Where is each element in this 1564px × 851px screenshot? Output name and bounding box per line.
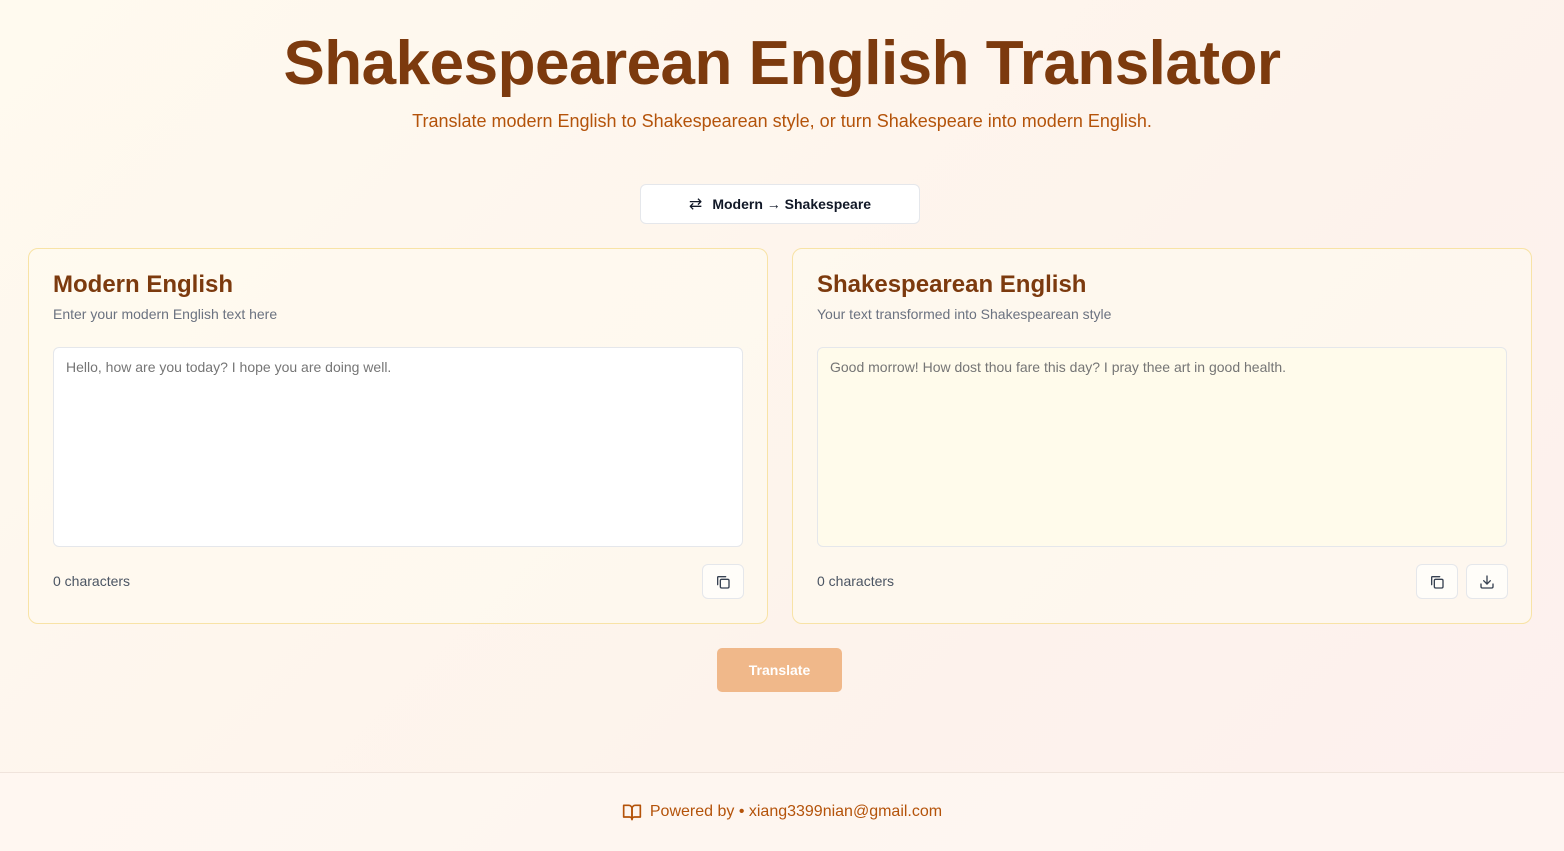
footer: Powered by • xiang3399nian@gmail.com [0, 772, 1564, 851]
shakespearean-english-title: Shakespearean English [817, 271, 1087, 298]
copy-icon [1431, 575, 1444, 589]
download-output-button[interactable] [1466, 564, 1508, 599]
page-subtitle: Translate modern English to Shakespearea… [412, 111, 1152, 131]
modern-english-card: Modern English Enter your modern English… [28, 248, 768, 624]
shakespearean-english-card: Shakespearean English Your text transfor… [792, 248, 1532, 624]
copy-output-button[interactable] [1416, 564, 1458, 599]
shakespearean-english-output[interactable] [817, 347, 1507, 547]
modern-english-title: Modern English [53, 271, 233, 298]
input-char-count: 0 characters [53, 573, 131, 589]
page-title: Shakespearean English Translator [283, 29, 1281, 98]
modern-english-input[interactable] [53, 347, 743, 547]
shakespearean-english-description: Your text transformed into Shakespearean… [817, 306, 1112, 322]
copy-icon [717, 575, 730, 589]
translate-button[interactable]: Translate [717, 648, 842, 692]
book-open-icon [622, 804, 642, 821]
modern-english-description: Enter your modern English text here [53, 306, 278, 322]
output-char-count: 0 characters [817, 573, 895, 589]
swap-icon: ⇄ [688, 196, 703, 213]
footer-text: Powered by • xiang3399nian@gmail.com [649, 803, 943, 820]
copy-input-button[interactable] [702, 564, 744, 599]
mode-toggle-button[interactable]: ⇄ Modern → Shakespeare [640, 184, 920, 224]
mode-toggle-label: Modern → Shakespeare [712, 196, 872, 212]
download-icon [1480, 574, 1494, 589]
